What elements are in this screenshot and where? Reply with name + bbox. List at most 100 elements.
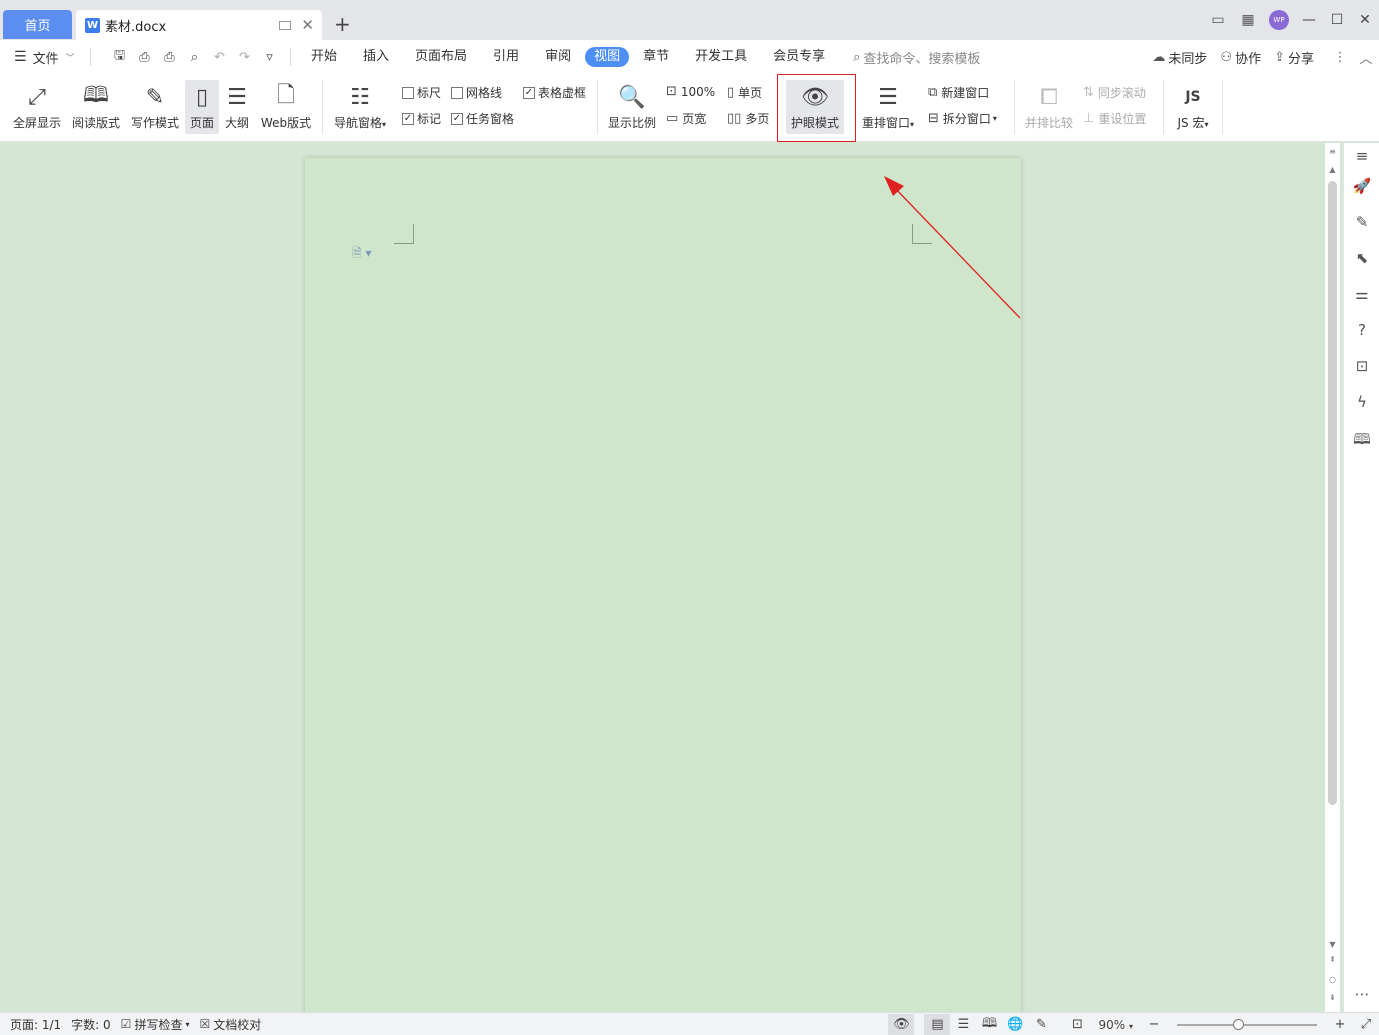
multi-page-button[interactable]: ▯▯ 多页 <box>727 110 769 127</box>
print-icon[interactable]: ⎙ <box>157 50 182 65</box>
image-tools-icon[interactable]: ⊡ <box>1344 357 1379 375</box>
paragraph-menu-icon[interactable]: 🗎 ▾ <box>352 244 372 265</box>
customize-toolbar-icon[interactable]: ▿ <box>257 50 282 65</box>
more-dots-icon[interactable]: ⋯ <box>1344 985 1379 1003</box>
page-view-status-icon[interactable]: ▤ <box>924 1014 951 1035</box>
read-mode-button[interactable]: 🕮 阅读版式 <box>69 80 123 131</box>
rocket-icon[interactable]: 🚀 <box>1344 177 1379 195</box>
close-tab-icon[interactable]: ✕ <box>301 16 314 34</box>
book-search-icon[interactable]: 🕮 <box>1344 429 1379 454</box>
document-page[interactable]: 🗎 ▾ <box>305 158 1021 1012</box>
pin-tab-icon[interactable] <box>279 20 292 30</box>
write-mode-button[interactable]: ✎ 写作模式 <box>128 80 182 131</box>
zoom-slider[interactable] <box>1177 1018 1317 1030</box>
split-window-button[interactable]: ⊟ 拆分窗口 ▾ <box>928 110 997 127</box>
redo-icon[interactable]: ↷ <box>232 50 257 65</box>
fullscreen-button[interactable]: ⤢ 全屏显示 <box>10 80 64 131</box>
zoom-slider-knob[interactable] <box>1233 1018 1244 1030</box>
zoom-out-icon[interactable]: − <box>1141 1017 1167 1032</box>
gridlines-checkbox[interactable]: 网格线 <box>451 84 502 101</box>
eye-mode-status-icon[interactable]: 👁 <box>888 1014 915 1035</box>
outline-status-icon[interactable]: ☰ <box>950 1017 976 1032</box>
fullscreen-status-icon[interactable]: ⤢ <box>1353 1017 1379 1032</box>
zoom-button[interactable]: 🔍 显示比例 <box>604 80 660 131</box>
home-tab[interactable]: 首页 <box>3 10 72 39</box>
close-window-icon[interactable]: ✕ <box>1351 12 1379 28</box>
browse-object-icon[interactable]: ○ <box>1325 975 1340 984</box>
task-pane-checkbox[interactable]: ✓ 任务窗格 <box>451 110 514 127</box>
collapse-ribbon-icon[interactable]: ︿ <box>1353 48 1379 67</box>
web-view-button[interactable]: 🗋 Web版式 <box>256 80 316 131</box>
ruler-checkbox[interactable]: 标尺 <box>402 84 441 101</box>
next-page-icon[interactable]: ⇟ <box>1325 993 1340 1002</box>
outline-button[interactable]: ☰ 大纲 <box>221 80 253 131</box>
page-width-button[interactable]: ▭ 页宽 <box>666 110 706 127</box>
vertical-scrollbar[interactable]: ≡ ▲ ▼ ⇞ ○ ⇟ <box>1325 143 1340 1012</box>
nav-pane-button[interactable]: ☷ 导航窗格▾ <box>330 80 390 131</box>
command-search[interactable]: ⌕ 查找命令、搜索模板 <box>853 48 980 67</box>
maximize-icon[interactable]: ☐ <box>1323 12 1351 28</box>
apps-grid-icon[interactable]: ▦ <box>1233 12 1263 28</box>
tab-start[interactable]: 开始 <box>299 47 349 67</box>
save-icon[interactable]: 🖫 <box>107 46 132 68</box>
tab-insert[interactable]: 插入 <box>351 47 401 67</box>
single-page-button[interactable]: ▯ 单页 <box>727 84 762 101</box>
scroll-down-icon[interactable]: ▼ <box>1325 940 1340 949</box>
table-border-check[interactable]: ✓ <box>523 86 535 99</box>
more-icon[interactable]: ⋮ <box>1327 50 1353 65</box>
share-button[interactable]: ⇪ 分享 <box>1274 48 1314 67</box>
task-pane-check[interactable]: ✓ <box>451 112 463 125</box>
read-mode-status-icon[interactable]: 🕮 <box>976 1014 1002 1035</box>
print-preview-icon[interactable]: ⌕ <box>182 50 207 65</box>
minimize-icon[interactable]: — <box>1295 12 1323 28</box>
zoom-dropdown[interactable]: 90% ▾ <box>1098 1018 1133 1032</box>
collab-button[interactable]: ⚇ 协作 <box>1220 48 1261 67</box>
lightning-icon[interactable]: ϟ <box>1344 393 1379 411</box>
spell-check[interactable]: ☑ 拼写检查 ▾ <box>121 1016 190 1033</box>
gridlines-check[interactable] <box>451 86 463 99</box>
tab-view[interactable]: 视图 <box>585 47 630 67</box>
export-pdf-icon[interactable]: ⎙ <box>132 50 157 65</box>
doc-proofread[interactable]: ☒ 文档校对 <box>199 1016 261 1033</box>
js-macro-button[interactable]: JS JS 宏▾ <box>1170 80 1216 131</box>
marks-checkbox[interactable]: ✓ 标记 <box>402 110 441 127</box>
rearrange-windows-button[interactable]: ☰ 重排窗口▾ <box>858 80 918 131</box>
tab-layout-icon[interactable]: ▭ <box>1203 12 1233 28</box>
side-by-side-button[interactable]: ⧠ 并排比较 <box>1022 80 1076 131</box>
settings-sliders-icon[interactable]: ⚌ <box>1344 285 1379 303</box>
sync-scroll-button[interactable]: ⇅ 同步滚动 <box>1083 84 1146 101</box>
tab-references[interactable]: 引用 <box>481 47 531 67</box>
prev-page-icon[interactable]: ⇞ <box>1325 955 1340 964</box>
marks-check[interactable]: ✓ <box>402 112 414 125</box>
new-tab-button[interactable]: + <box>334 12 351 36</box>
reset-position-button[interactable]: ⊥ 重设位置 <box>1083 110 1146 127</box>
scroll-top-icon[interactable]: ≡ <box>1325 147 1340 156</box>
page-count[interactable]: 页面: 1/1 <box>10 1016 61 1033</box>
new-window-button[interactable]: ⧉ 新建窗口 <box>928 84 989 101</box>
word-count[interactable]: 字数: 0 <box>71 1016 111 1033</box>
tab-member[interactable]: 会员专享 <box>761 47 837 67</box>
tab-page-layout[interactable]: 页面布局 <box>403 47 479 67</box>
tab-developer[interactable]: 开发工具 <box>683 47 759 67</box>
web-view-status-icon[interactable]: 🌐 <box>1002 1017 1028 1032</box>
sidebar-menu-icon[interactable]: ≡ <box>1344 147 1379 165</box>
undo-icon[interactable]: ↶ <box>207 50 232 65</box>
tab-section[interactable]: 章节 <box>631 47 681 67</box>
select-cursor-icon[interactable]: ⬉ <box>1344 249 1379 267</box>
page-view-button[interactable]: ▯ 页面 <box>185 80 219 134</box>
file-menu[interactable]: ☰ 文件 ﹀ <box>0 48 82 67</box>
zoom-in-icon[interactable]: + <box>1327 1017 1353 1032</box>
zoom-100-button[interactable]: ⊡ 100% <box>666 84 715 99</box>
sync-button[interactable]: ☁ 未同步 <box>1152 48 1207 67</box>
help-icon[interactable]: ? <box>1344 321 1379 339</box>
edit-icon[interactable]: ✎ <box>1344 213 1379 231</box>
tab-review[interactable]: 审阅 <box>533 47 583 67</box>
scroll-up-icon[interactable]: ▲ <box>1325 165 1340 174</box>
ruler-check[interactable] <box>402 86 414 99</box>
table-border-checkbox[interactable]: ✓ 表格虚框 <box>523 84 586 101</box>
fit-page-icon[interactable]: ⊡ <box>1064 1017 1090 1032</box>
avatar[interactable]: WP <box>1269 10 1289 30</box>
write-mode-status-icon[interactable]: ✎ <box>1028 1017 1054 1032</box>
scroll-thumb[interactable] <box>1328 181 1337 805</box>
document-workspace[interactable]: 🗎 ▾ <box>0 143 1342 1012</box>
